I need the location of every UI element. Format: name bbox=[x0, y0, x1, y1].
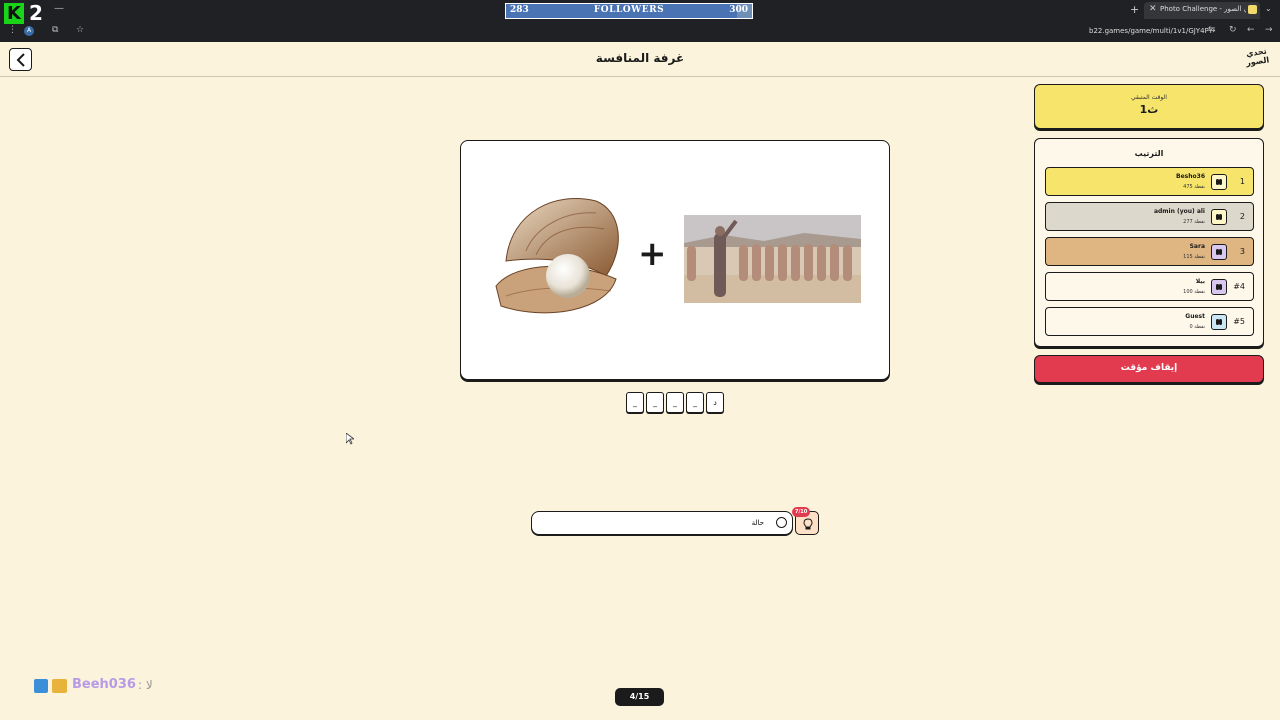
avatar bbox=[1211, 244, 1227, 260]
app-header: غرفة المنافسة تحدي الصور bbox=[0, 42, 1280, 77]
back-arrow-icon[interactable]: ← bbox=[1247, 25, 1255, 35]
ranking-row: #4 بيلا 100 نقطة bbox=[1045, 272, 1254, 301]
player-name: admin (you) ali bbox=[1153, 208, 1205, 215]
rank-number: 3 bbox=[1239, 247, 1245, 256]
time-remaining-value: 1ث bbox=[1139, 103, 1159, 116]
ranking-title: الترتيب bbox=[1134, 149, 1164, 158]
player-name: Guest bbox=[1185, 313, 1205, 320]
forward-arrow-icon[interactable]: → bbox=[1265, 25, 1273, 35]
avatar bbox=[1211, 314, 1227, 330]
player-points: 115 نقطة bbox=[1183, 254, 1205, 260]
followers-label: FOLLOWERS bbox=[593, 5, 665, 15]
ranking-row: 3 Sara 115 نقطة bbox=[1045, 237, 1254, 266]
player-points: 100 نقطة bbox=[1183, 289, 1205, 295]
answer-area: 7/10 bbox=[531, 507, 819, 535]
bookmark-star-icon[interactable]: ☆ bbox=[76, 25, 84, 35]
avatar bbox=[1211, 209, 1227, 225]
site-settings-icon[interactable]: ⇆ bbox=[1208, 25, 1216, 35]
answer-input[interactable] bbox=[531, 511, 793, 535]
answer-slots: _ _ _ _ د bbox=[626, 392, 726, 414]
crowd-dance-image bbox=[684, 215, 861, 303]
lightbulb-icon bbox=[803, 518, 813, 530]
avatar bbox=[1211, 279, 1227, 295]
tab-search-icon[interactable]: ⧉ bbox=[52, 25, 58, 35]
hint-count-badge: 7/10 bbox=[792, 507, 811, 517]
browser-toolbar: ⋮ A ⧉ ☆ b22.games/game/multi/1v1/GJY4PY … bbox=[0, 22, 1280, 42]
player-name: Besho36 bbox=[1176, 173, 1205, 180]
new-tab-icon[interactable]: + bbox=[1130, 3, 1139, 16]
status-check-icon bbox=[776, 517, 787, 528]
ranking-panel: الترتيب 1 Besho36 475 نقطة 2 admin (you)… bbox=[1034, 138, 1264, 347]
player-name: Sara bbox=[1189, 243, 1205, 250]
mouse-cursor-icon bbox=[346, 433, 354, 445]
time-remaining-card: الوقت المتبقي 1ث bbox=[1034, 84, 1264, 129]
rank-number: 1 bbox=[1239, 177, 1245, 186]
tab-title: Photo Challenge - تحدي الصور bbox=[1160, 5, 1246, 13]
browser-chrome: K 2 — 283 FOLLOWERS 300 + ✕ Photo Challe… bbox=[0, 0, 1280, 42]
reload-icon[interactable]: ↻ bbox=[1229, 25, 1237, 35]
letter-slot: _ bbox=[686, 392, 704, 413]
pearl-shell-image bbox=[495, 198, 619, 314]
player-name: بيلا bbox=[1195, 278, 1205, 285]
minimize-icon[interactable]: — bbox=[54, 3, 64, 14]
chevron-down-icon[interactable]: ⌄ bbox=[1265, 4, 1272, 13]
plus-operator: + bbox=[638, 234, 667, 274]
close-tab-icon[interactable]: ✕ bbox=[1149, 4, 1157, 14]
rank-number: #5 bbox=[1233, 317, 1245, 326]
player-points: 277 نقطة bbox=[1183, 219, 1205, 225]
player-points: 0 نقطة bbox=[1189, 324, 1205, 330]
profile-icon[interactable]: A bbox=[24, 26, 34, 36]
letter-slot: _ bbox=[646, 392, 664, 413]
followers-end: 300 bbox=[729, 5, 748, 15]
pause-button[interactable]: إيقاف مؤقت bbox=[1034, 355, 1264, 383]
rank-number: #4 bbox=[1233, 282, 1245, 291]
chat-message: : لا bbox=[138, 678, 153, 692]
browser-tab[interactable]: ✕ Photo Challenge - تحدي الصور bbox=[1144, 2, 1260, 19]
round-indicator: 4/15 bbox=[615, 688, 664, 706]
time-remaining-label: الوقت المتبقي bbox=[1131, 94, 1167, 101]
tab-favicon-icon bbox=[1248, 5, 1257, 14]
badge-icon bbox=[34, 679, 48, 693]
ranking-row: 1 Besho36 475 نقطة bbox=[1045, 167, 1254, 196]
menu-dots-icon[interactable]: ⋮ bbox=[8, 25, 17, 35]
address-bar[interactable]: b22.games/game/multi/1v1/GJY4PY bbox=[1089, 27, 1213, 35]
letter-slot: د bbox=[706, 392, 724, 413]
letter-slot: _ bbox=[666, 392, 684, 413]
rank-number: 2 bbox=[1239, 212, 1245, 221]
avatar bbox=[1211, 174, 1227, 190]
stream-logo: K bbox=[4, 3, 24, 24]
letter-slot: _ bbox=[626, 392, 644, 413]
chat-username: Beeh036 bbox=[72, 677, 136, 692]
player-points: 475 نقطة bbox=[1183, 184, 1205, 190]
followers-bar: 283 FOLLOWERS 300 bbox=[505, 3, 753, 19]
page-title: غرفة المنافسة bbox=[595, 51, 685, 65]
ranking-row: #5 Guest 0 نقطة bbox=[1045, 307, 1254, 336]
puzzle-card: + bbox=[460, 140, 890, 380]
crown-icon bbox=[52, 679, 67, 693]
ranking-row: 2 admin (you) ali 277 نقطة bbox=[1045, 202, 1254, 231]
